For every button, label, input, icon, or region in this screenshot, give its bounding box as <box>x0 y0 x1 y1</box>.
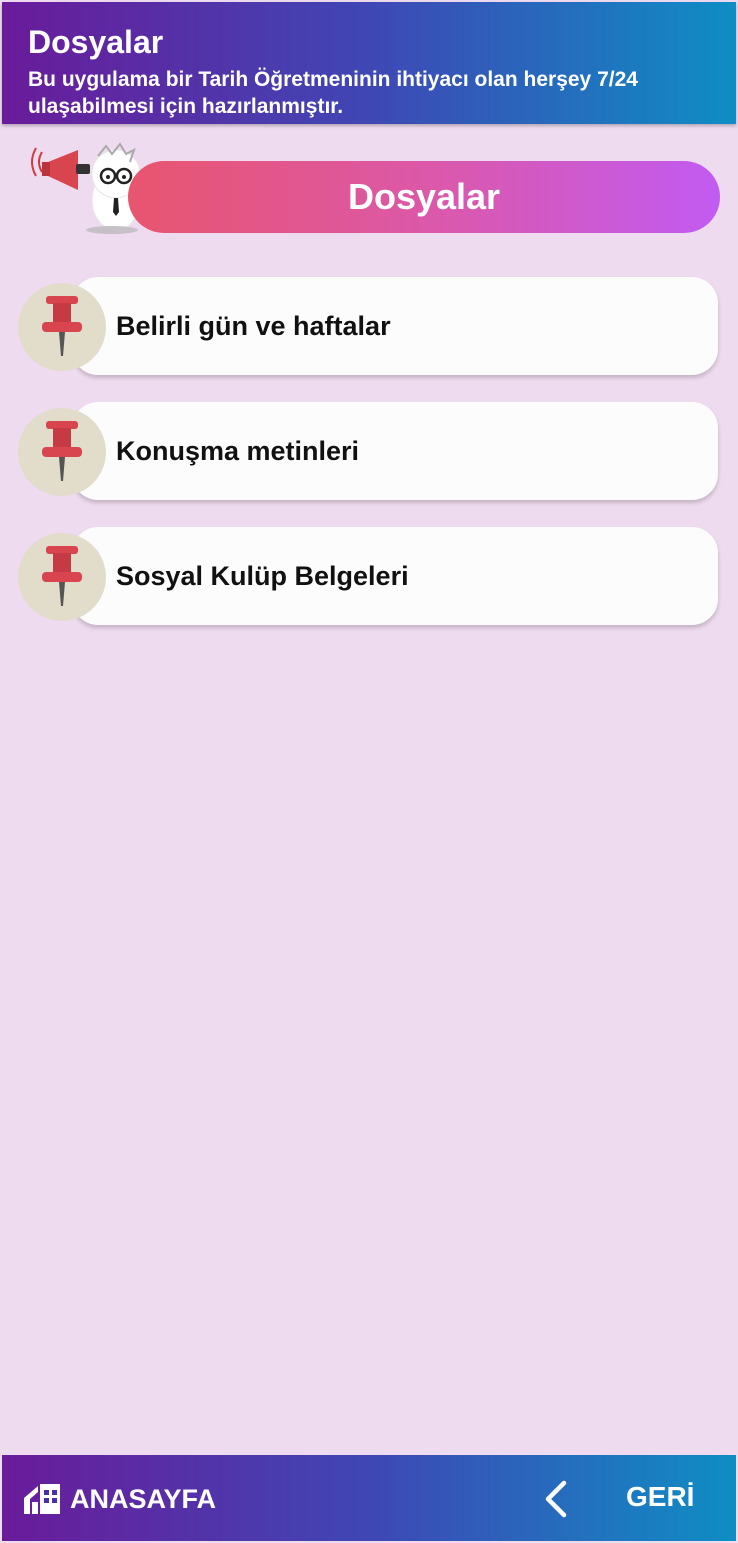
list-item-label: Sosyal Kulüp Belgeleri <box>116 561 409 591</box>
list-item-sosyal-kulup-belgeleri[interactable]: Sosyal Kulüp Belgeleri <box>72 527 718 625</box>
home-icon <box>24 1484 60 1514</box>
bottom-nav: ANASAYFA GERİ <box>2 1455 736 1541</box>
list-item-label: Belirli gün ve haftalar <box>116 311 391 341</box>
chevron-left-icon <box>545 1480 567 1518</box>
list-item-konusma-metinleri[interactable]: Konuşma metinleri <box>72 402 718 500</box>
app-title: Dosyalar <box>28 24 164 60</box>
home-button[interactable]: ANASAYFA <box>22 1479 216 1519</box>
section-title: Dosyalar <box>347 176 501 217</box>
app-subtitle: Bu uygulama bir Tarih Öğretmeninin ihtiy… <box>28 68 638 118</box>
pushpin-icon <box>18 283 106 371</box>
back-label: GERİ <box>626 1481 695 1512</box>
pushpin-icon <box>18 408 106 496</box>
pushpin-icon <box>18 533 106 621</box>
home-label: ANASAYFA <box>70 1483 217 1514</box>
back-button[interactable]: GERİ <box>542 1477 702 1521</box>
app-header: Dosyalar Bu uygulama bir Tarih Öğretmeni… <box>2 2 736 124</box>
list-item-label: Konuşma metinleri <box>116 436 360 466</box>
section-title-banner: Dosyalar <box>128 161 720 233</box>
list-item-belirli-gun-ve-haftalar[interactable]: Belirli gün ve haftalar <box>72 277 718 375</box>
